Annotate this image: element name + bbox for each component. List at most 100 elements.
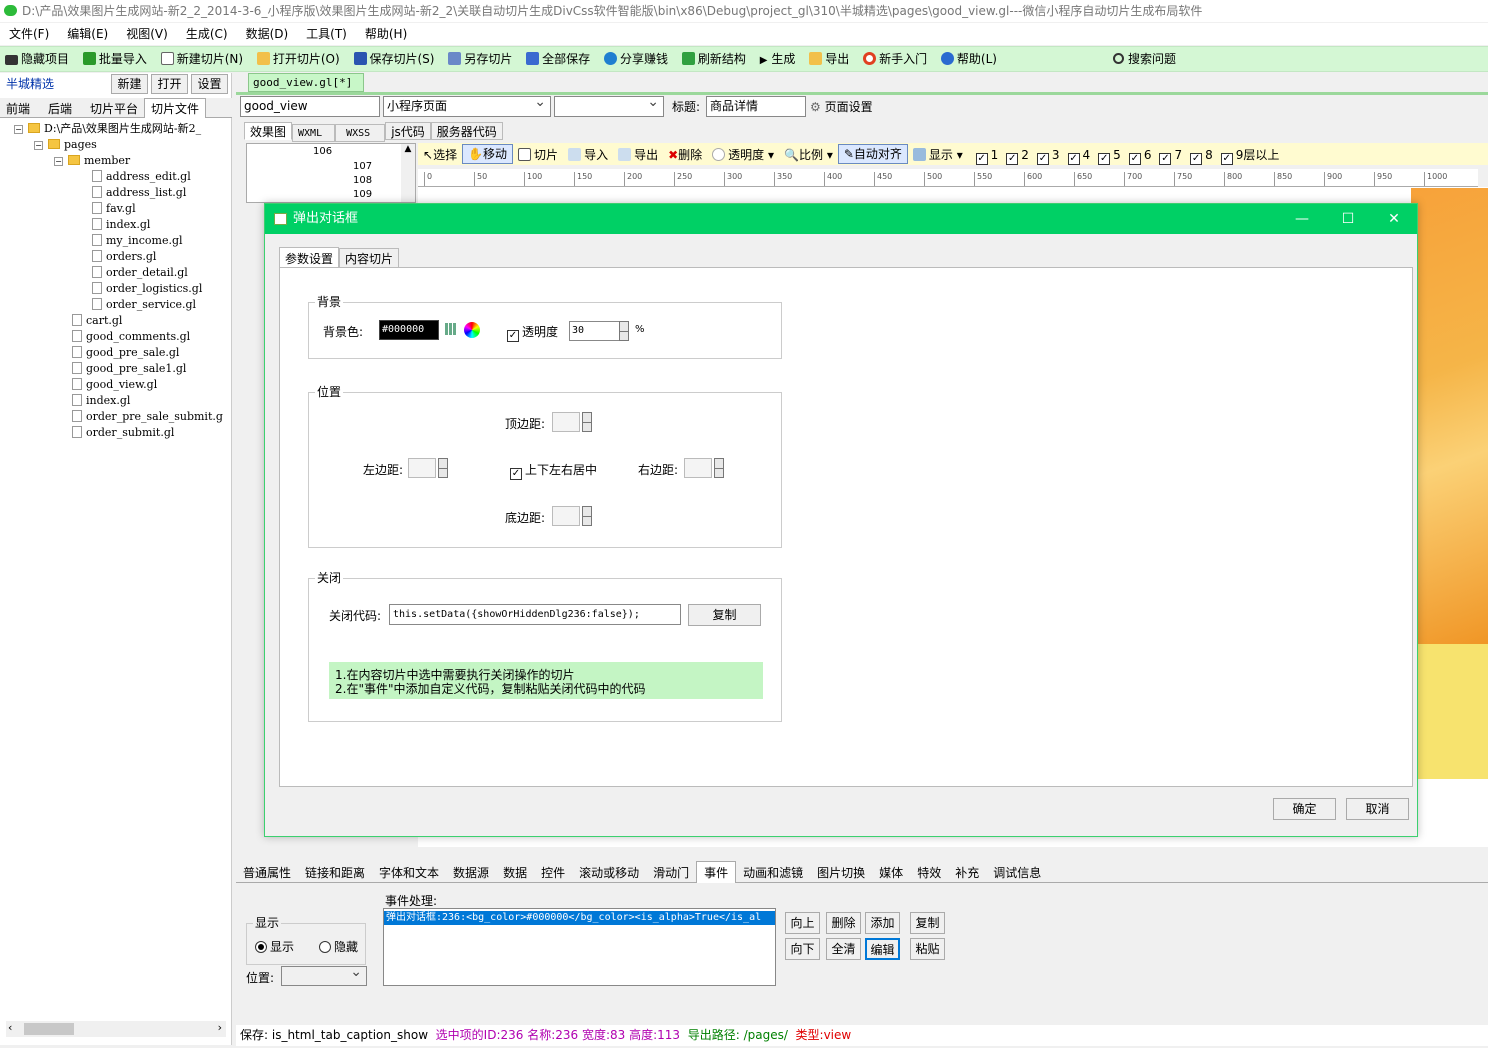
share-button[interactable]: 分享赚钱 (599, 47, 673, 71)
layer-checkbox-6[interactable]: ✓ 6 (1125, 143, 1156, 167)
menu-edit[interactable]: 编辑(E) (58, 23, 117, 45)
bg-color-input[interactable]: #000000 (379, 320, 439, 340)
tree-file[interactable]: index.gl (92, 217, 150, 233)
tree-folder-member[interactable]: member (68, 153, 130, 169)
help-button[interactable]: 帮助(L) (936, 47, 1002, 71)
left-margin-input[interactable] (408, 458, 436, 478)
center-checkbox[interactable]: ✓ 上下左右居中 (510, 461, 597, 480)
position-select[interactable] (281, 963, 367, 986)
property-tab-14[interactable]: 补充 (948, 862, 986, 884)
property-tab-13[interactable]: 特效 (910, 862, 948, 884)
save-as-button[interactable]: 另存切片 (443, 47, 517, 71)
hide-project-button[interactable]: 隐藏项目 (0, 47, 74, 71)
tree-horizontal-scrollbar[interactable]: ‹ › (6, 1021, 226, 1037)
layer-checkbox-5[interactable]: ✓ 5 (1094, 143, 1125, 167)
tab-wxss[interactable]: WXSS (335, 124, 386, 142)
open-project-button[interactable]: 打开 (151, 74, 188, 94)
beginner-button[interactable]: 新手入门 (858, 47, 932, 71)
page-title-input[interactable]: 商品详情 (706, 96, 806, 117)
slice-tool[interactable]: 切片 (513, 143, 563, 167)
copy-event-button[interactable]: 复制 (910, 912, 945, 934)
edit-event-button[interactable]: 编辑 (865, 938, 900, 960)
scroll-right-icon[interactable]: › (218, 1021, 222, 1034)
structure-list[interactable]: 106 107 108 109 ▲ (246, 143, 416, 203)
layer-checkbox-1[interactable]: ✓ 1 (972, 143, 1003, 167)
collapse-icon[interactable]: − (14, 125, 23, 134)
hide-radio[interactable]: 隐藏 (319, 938, 358, 955)
property-tab-2[interactable]: 链接和距离 (298, 862, 372, 884)
page-type-select[interactable]: 小程序页面 (383, 93, 551, 117)
clear-events-button[interactable]: 全清 (826, 938, 861, 960)
palette-grid-icon[interactable] (445, 323, 457, 335)
cancel-button[interactable]: 取消 (1346, 798, 1409, 820)
close-code-input[interactable]: this.setData({showOrHiddenDlg236:false})… (389, 604, 681, 625)
property-tab-5[interactable]: 数据 (496, 862, 534, 884)
document-tab[interactable]: good_view.gl[*] (248, 73, 364, 92)
refresh-structure-button[interactable]: 刷新结构 (677, 47, 751, 71)
tree-file[interactable]: good_pre_sale.gl (72, 345, 179, 361)
property-tab-8[interactable]: 滑动门 (646, 862, 696, 884)
property-tab-11[interactable]: 图片切换 (810, 862, 872, 884)
collapse-icon[interactable]: − (34, 141, 43, 150)
property-tab-1[interactable]: 普通属性 (236, 862, 298, 884)
show-tool[interactable]: 显示 ▾ (908, 143, 968, 167)
menu-view[interactable]: 视图(V) (117, 23, 177, 45)
list-scrollbar[interactable]: ▲ (401, 144, 415, 202)
layer-checkbox-8[interactable]: ✓ 8 (1186, 143, 1217, 167)
event-list-item[interactable]: 弹出对话框:236:<bg_color>#000000</bg_color><i… (384, 911, 775, 925)
tab-params[interactable]: 参数设置 (279, 247, 340, 269)
generate-button[interactable]: ▶ 生成 (755, 47, 801, 71)
property-tab-12[interactable]: 媒体 (872, 862, 910, 884)
export-tool[interactable]: 导出 (613, 143, 663, 167)
export-button[interactable]: 导出 (804, 47, 854, 71)
menu-generate[interactable]: 生成(C) (177, 23, 237, 45)
tree-folder-pages[interactable]: pages (48, 137, 97, 153)
tab-wxml[interactable]: WXML (292, 124, 336, 142)
layer-checkbox-9[interactable]: ✓ 9层以上 (1217, 143, 1284, 167)
property-tab-3[interactable]: 字体和文本 (372, 862, 446, 884)
opacity-input[interactable]: 30 (569, 321, 621, 341)
tree-file[interactable]: good_comments.gl (72, 329, 190, 345)
page-settings-button[interactable]: ⚙ 页面设置 (810, 98, 873, 116)
delete-event-button[interactable]: 删除 (826, 912, 861, 934)
property-tab-15[interactable]: 调试信息 (986, 862, 1048, 884)
tree-file[interactable]: order_detail.gl (92, 265, 188, 281)
secondary-select[interactable] (554, 93, 664, 117)
tree-root[interactable]: D:\产品\效果图片生成网站-新2_ (28, 121, 201, 137)
layer-checkbox-7[interactable]: ✓ 7 (1155, 143, 1186, 167)
tree-file[interactable]: my_income.gl (92, 233, 183, 249)
page-name-input[interactable]: good_view (240, 96, 380, 117)
move-tool[interactable]: ✋移动 (462, 144, 514, 164)
scroll-left-icon[interactable]: ‹ (8, 1021, 12, 1034)
layer-checkbox-4[interactable]: ✓ 4 (1064, 143, 1095, 167)
new-project-button[interactable]: 新建 (111, 74, 148, 94)
tab-content-slice[interactable]: 内容切片 (339, 248, 400, 268)
tree-file[interactable]: index.gl (72, 393, 130, 409)
tab-slice-platform[interactable]: 切片平台 (78, 99, 144, 119)
bottom-margin-input[interactable] (552, 506, 580, 526)
scrollbar-thumb[interactable] (24, 1023, 74, 1035)
right-margin-stepper[interactable] (714, 458, 724, 478)
copy-code-button[interactable]: 复制 (688, 604, 761, 626)
tree-file[interactable]: order_logistics.gl (92, 281, 202, 297)
opacity-stepper[interactable] (619, 321, 629, 341)
bottom-margin-stepper[interactable] (582, 506, 592, 526)
move-up-button[interactable]: 向上 (785, 912, 820, 934)
property-tab-6[interactable]: 控件 (534, 862, 572, 884)
tree-file[interactable]: order_submit.gl (72, 425, 174, 441)
tree-file[interactable]: fav.gl (92, 201, 136, 217)
auto-align-tool[interactable]: ✎自动对齐 (837, 144, 908, 164)
open-slice-button[interactable]: 打开切片(O) (252, 47, 345, 71)
menu-data[interactable]: 数据(D) (237, 23, 298, 45)
property-tab-9[interactable]: 事件 (696, 861, 737, 883)
left-margin-stepper[interactable] (438, 458, 448, 478)
tree-file[interactable]: good_pre_sale1.gl (72, 361, 186, 377)
opacity-tool[interactable]: 透明度 ▾ (707, 143, 779, 167)
delete-tool[interactable]: ✖删除 (663, 143, 707, 167)
tree-file[interactable]: order_service.gl (92, 297, 196, 313)
paste-event-button[interactable]: 粘贴 (910, 938, 945, 960)
top-margin-stepper[interactable] (582, 412, 592, 432)
property-tab-4[interactable]: 数据源 (446, 862, 496, 884)
save-slice-button[interactable]: 保存切片(S) (349, 47, 440, 71)
tree-file[interactable]: address_edit.gl (92, 169, 191, 185)
